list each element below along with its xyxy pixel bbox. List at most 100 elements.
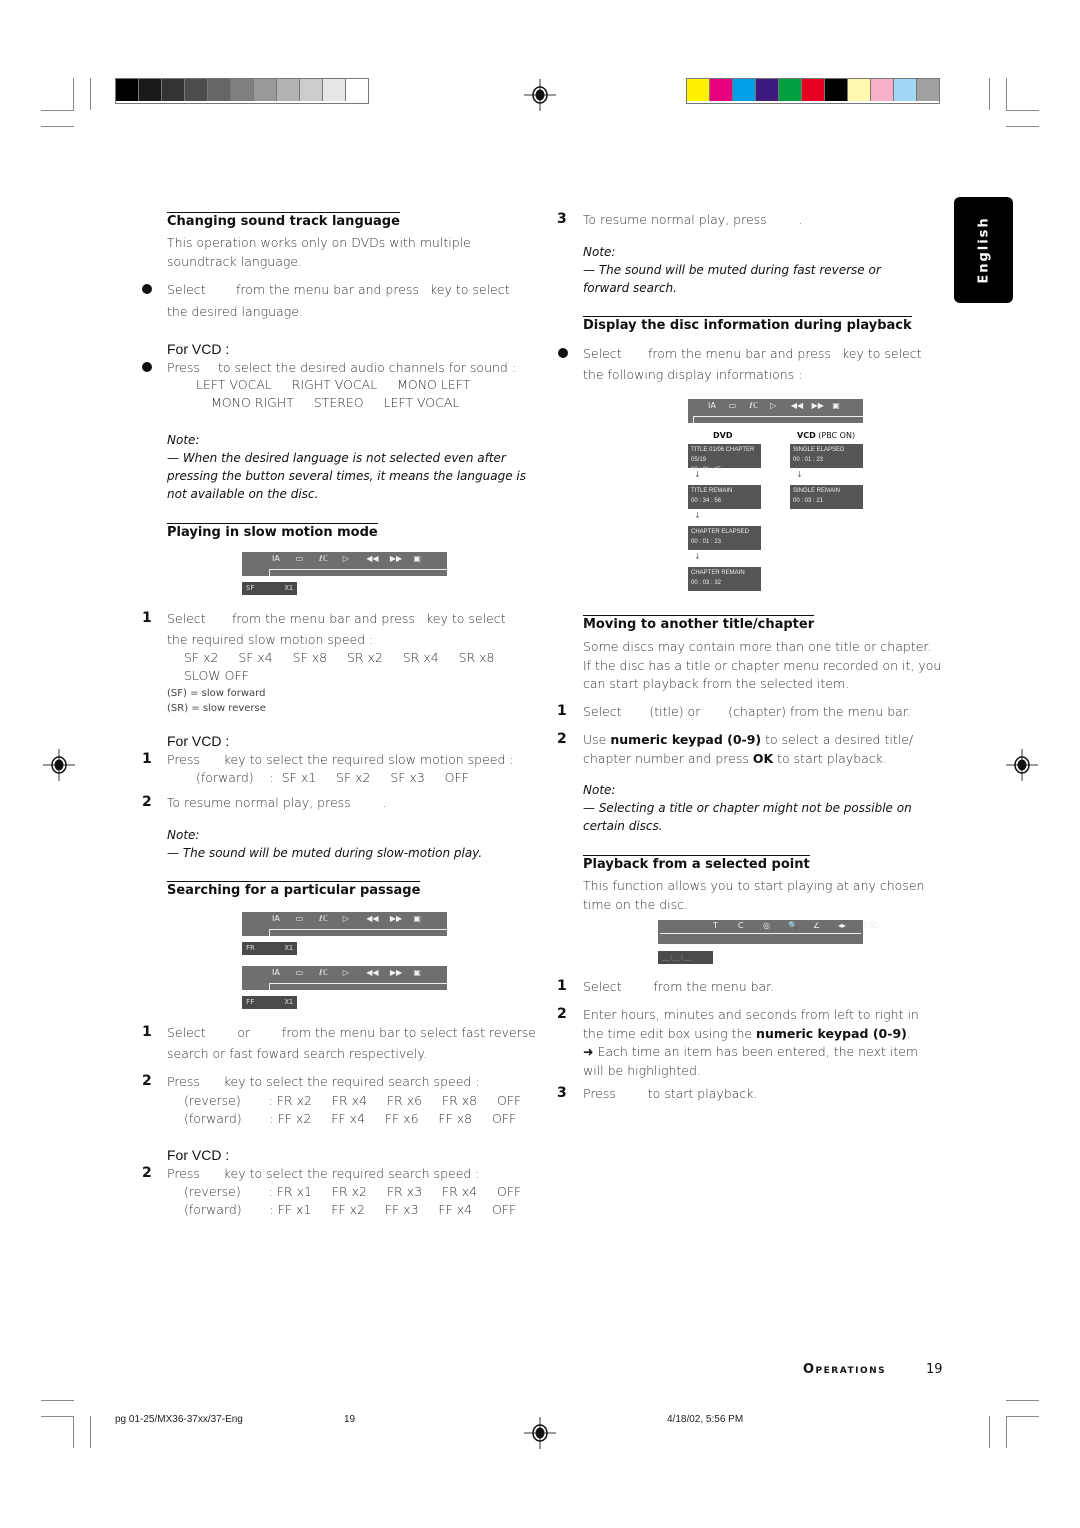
- info-box-label: TITLE 01/06 CHAPTER 05/19: [691, 447, 755, 463]
- fast-reverse-icon: ◀◀: [790, 401, 804, 410]
- disc-info-following: the following display informations :: [583, 367, 803, 382]
- disc-info-menu: from the menu bar and press: [648, 346, 831, 361]
- arrow-down-icon: ↓: [796, 470, 803, 479]
- slow-step2: To resume normal play, press .: [167, 795, 387, 810]
- bullet-icon: [558, 348, 568, 358]
- legend-sr: (SR) = slow reverse: [167, 703, 266, 714]
- note-text: — The sound will be muted during fast re…: [583, 263, 881, 295]
- crop-mark: [989, 1416, 990, 1448]
- grayscale-swatch: [300, 79, 323, 101]
- menu-bar-disc-info: ⅠA ▭ ℓℂ ▷ ◀◀ ▶▶ ▣: [688, 399, 863, 423]
- vcd-info-box: SINGLE REMAIN 00 : 03 : 21: [790, 485, 863, 509]
- arrow-down-icon: ↓: [694, 470, 701, 479]
- fast-forward-icon: ▶▶: [389, 968, 403, 977]
- status-box-ff: FF X1: [242, 996, 297, 1009]
- crop-mark: [1006, 126, 1039, 127]
- time-search-icon: ◎: [763, 921, 770, 930]
- arrow-down-icon: ↓: [694, 552, 701, 561]
- crop-mark: [41, 126, 74, 127]
- section-heading-disc-info: Display the disc information during play…: [583, 316, 912, 333]
- grayscale-swatch: [162, 79, 185, 101]
- info-box-label: SINGLE REMAIN: [793, 488, 841, 494]
- vcd-search-reverse: (reverse) : FR x1 FR x2 FR x3 FR x4 OFF: [184, 1184, 522, 1199]
- note-label: Note:: [167, 433, 200, 447]
- slow-icon: ▷: [342, 554, 349, 563]
- note-label: Note:: [167, 828, 200, 842]
- fast-forward-icon: ▶▶: [389, 554, 403, 563]
- crop-mark: [1006, 1400, 1039, 1401]
- slow-step1-menu: from the menu bar and press: [232, 611, 415, 626]
- title-chapter-step2: Use numeric keypad (0-9) to select a des…: [583, 732, 914, 766]
- step-number: 1: [557, 703, 567, 719]
- search-reverse-speeds: (reverse) : FR x2 FR x4 FR x6 FR x8 OFF: [184, 1093, 522, 1108]
- step-number: 3: [557, 211, 567, 227]
- step-number: 2: [557, 1006, 567, 1022]
- selected-point-step1: Select from the menu bar.: [583, 979, 775, 994]
- section-footer-label: Operations: [803, 1362, 887, 1377]
- section-heading-search: Searching for a particular passage: [167, 881, 421, 898]
- vcd-slow-speeds: (forward) : SF x1 SF x2 SF x3 OFF: [196, 770, 469, 785]
- search-forward-speeds: (forward) : FF x2 FF x4 FF x6 FF x8 OFF: [184, 1111, 517, 1126]
- dvd-label: DVD: [713, 431, 733, 440]
- crop-mark: [989, 78, 990, 110]
- vcd-info-box: SINGLE ELAPSED 00 : 01 : 23: [790, 444, 863, 468]
- color-swatch: [733, 79, 756, 101]
- language-tab-label: English: [976, 216, 991, 284]
- status-value: X1: [284, 944, 293, 952]
- sound-track-select: Select: [167, 282, 206, 297]
- status-label: SF: [246, 584, 255, 592]
- display-icon: ▭: [295, 914, 304, 923]
- crop-mark: [41, 110, 74, 111]
- color-swatch: [848, 79, 871, 101]
- info-box-time: 00 : 36 : 15: [691, 467, 722, 473]
- color-swatch: [802, 79, 825, 101]
- slow-speeds: SF x2 SF x4 SF x8 SR x2 SR x4 SR x8: [184, 650, 495, 665]
- slow-icon: ▷: [770, 401, 777, 410]
- step-number: 3: [557, 1085, 567, 1101]
- slow-icon: ▷: [342, 968, 349, 977]
- arrow-down-icon: ↓: [694, 511, 701, 520]
- bullet-icon: [142, 362, 152, 372]
- subtitle-icon: ⅠA: [272, 968, 280, 977]
- audio-icon: ℓℂ: [319, 968, 329, 977]
- search-step2: Press key to select the required search …: [167, 1074, 480, 1089]
- sound-track-desired: the desired language.: [167, 304, 303, 319]
- repeat-icon: ◂▸: [838, 921, 847, 930]
- page-number: 19: [926, 1362, 943, 1377]
- vcd-search-step2: Press key to select the required search …: [167, 1166, 480, 1181]
- registration-mark-icon: [1006, 749, 1038, 781]
- color-swatch: [894, 79, 917, 101]
- grayscale-swatch-bar: [115, 78, 369, 104]
- menu-bar-ff: ⅠA ▭ ℓℂ ▷ ◀◀ ▶▶ ▣: [242, 966, 447, 990]
- slow-step1-key: key to select: [426, 611, 506, 626]
- grayscale-swatch: [323, 79, 346, 101]
- fast-reverse-icon: ◀◀: [366, 968, 379, 977]
- status-label: FR: [246, 944, 255, 952]
- subtitle-icon: ⅠA: [708, 401, 716, 410]
- legend-sf: (SF) = slow forward: [167, 688, 266, 699]
- status-label: FF: [246, 998, 255, 1006]
- zoom-icon: ▣: [413, 914, 421, 923]
- note-label: Note:: [583, 783, 616, 797]
- registration-mark-icon: [43, 749, 75, 781]
- section-heading-title-chapter: Moving to another title/chapter: [583, 615, 815, 632]
- note-label: Note:: [583, 245, 616, 259]
- grayscale-swatch: [208, 79, 231, 101]
- slow-step1-speed: the required slow motion speed :: [167, 632, 374, 647]
- subtitle-icon: ⅠA: [272, 914, 280, 923]
- step-number: 2: [557, 731, 567, 747]
- vcd-label: VCD: [797, 431, 816, 440]
- subtitle-icon: ⅠA: [272, 554, 280, 563]
- zoom-icon: ▣: [413, 968, 421, 977]
- crop-mark: [1006, 78, 1007, 110]
- time-edit-box[interactable]: __:__:__: [658, 951, 713, 964]
- crop-mark: [90, 1416, 91, 1448]
- display-icon: ▭: [728, 401, 737, 410]
- info-box-time: 00 : 03 : 21: [793, 498, 824, 504]
- info-box-time: 00 : 01 : 23: [691, 539, 722, 545]
- sound-track-key: key to select: [430, 282, 510, 297]
- crop-mark: [1006, 110, 1039, 111]
- color-swatch: [710, 79, 733, 101]
- zoom-icon: ▣: [413, 554, 421, 563]
- vcd-audio-text: to select the desired audio channels for…: [218, 360, 517, 375]
